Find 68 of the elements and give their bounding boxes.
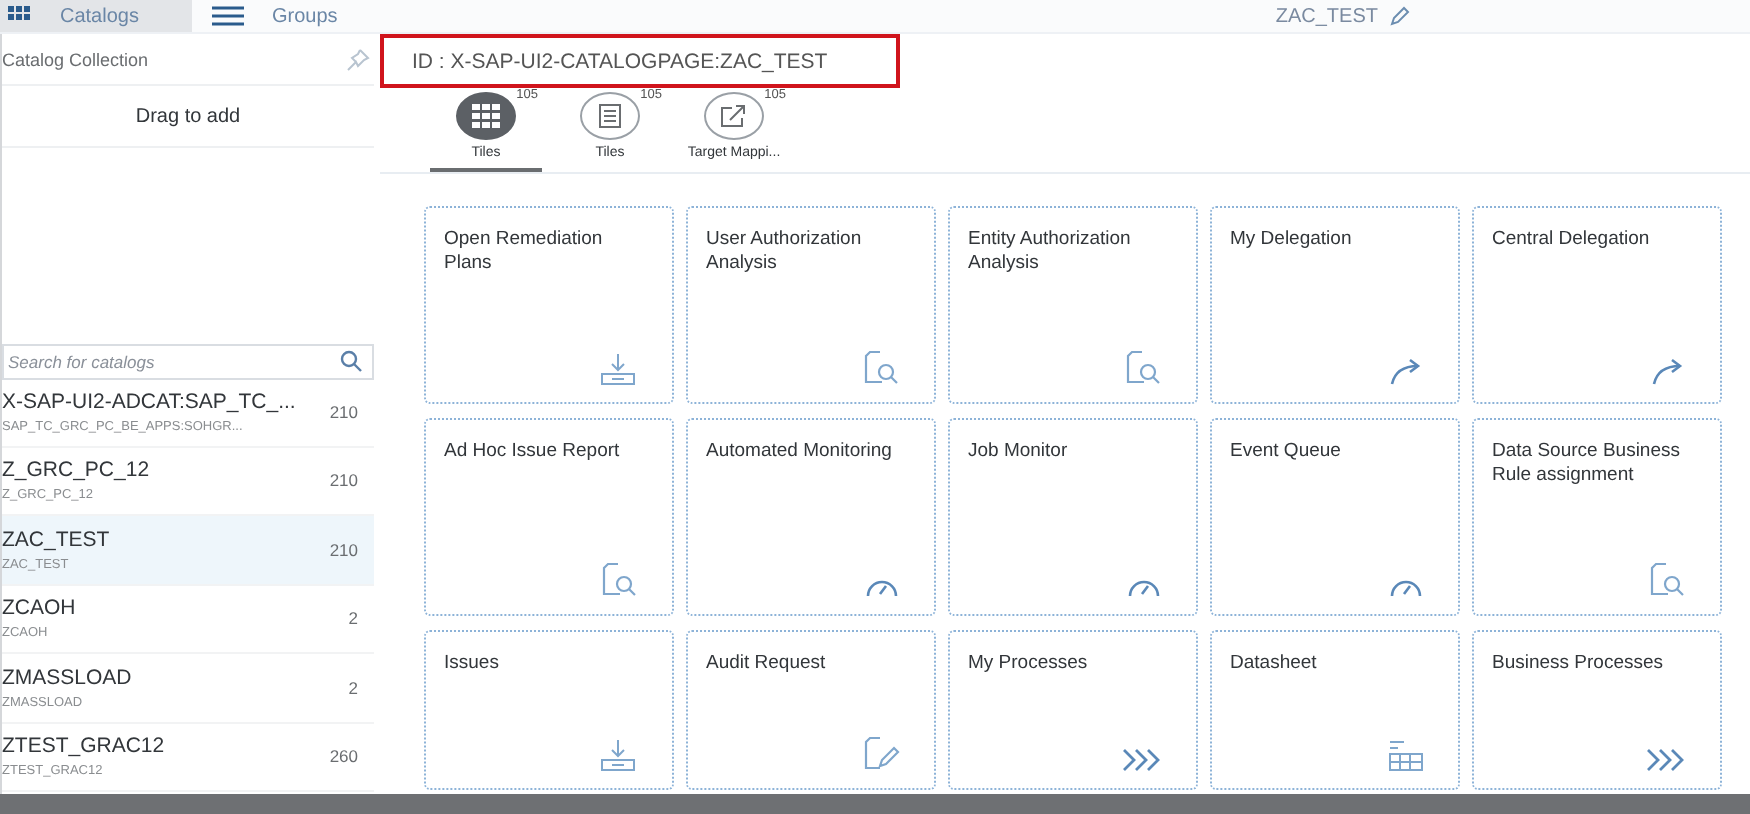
app-tile[interactable]: Central Delegation: [1472, 206, 1722, 404]
app-tile[interactable]: Business Processes: [1472, 630, 1722, 790]
app-tile[interactable]: Datasheet: [1210, 630, 1460, 790]
app-tile[interactable]: Event Queue: [1210, 418, 1460, 616]
catalog-title: ZCAOH: [2, 596, 76, 621]
document-search-icon: [1126, 350, 1162, 386]
tile-title: Automated Monitoring: [706, 440, 894, 464]
page-title: ZAC_TEST: [1275, 5, 1378, 27]
tile-title: My Processes: [968, 652, 1090, 676]
download-tray-icon: [598, 740, 638, 772]
tile-title: My Delegation: [1230, 228, 1354, 252]
app-tile[interactable]: My Processes: [948, 630, 1198, 790]
search-icon: [340, 350, 362, 372]
app-tile[interactable]: Job Monitor: [948, 418, 1198, 616]
chevrons-icon: [1122, 748, 1162, 772]
tile-title: Entity Authorization Analysis: [968, 228, 1133, 276]
catalog-count: 210: [329, 470, 358, 491]
share-icon: [720, 104, 748, 128]
document-search-icon: [864, 350, 900, 386]
app-tile[interactable]: Entity Authorization Analysis: [948, 206, 1198, 404]
catalog-title: X-SAP-UI2-ADCAT:SAP_TC_...: [2, 389, 296, 414]
tile-title: Open Remediation Plans: [444, 228, 605, 276]
download-tray-icon: [598, 354, 638, 386]
app-tile[interactable]: My Delegation: [1210, 206, 1460, 404]
app-tile[interactable]: Ad Hoc Issue Report: [424, 418, 674, 616]
app-tile[interactable]: Data Source Business Rule assignment: [1472, 418, 1722, 616]
tile-title: Business Processes: [1492, 652, 1666, 676]
catalog-count: 210: [329, 401, 358, 422]
grid-icon: [8, 6, 32, 26]
search-field[interactable]: Search for catalogs: [2, 344, 374, 380]
tile-title: Job Monitor: [968, 440, 1070, 464]
tile-title: Event Queue: [1230, 440, 1343, 464]
catalog-title: ZAC_TEST: [2, 527, 110, 552]
catalog-title: ZMASSLOAD: [2, 665, 132, 690]
tile-title: Datasheet: [1230, 652, 1319, 676]
tile-title: Issues: [444, 652, 501, 676]
menu-icon: [212, 6, 244, 26]
tile-title: User Authorization Analysis: [706, 228, 864, 276]
forward-arrow-icon: [1650, 358, 1686, 386]
catalog-title: ZTEST_GRAC12: [2, 734, 165, 759]
pencil-icon[interactable]: [1390, 6, 1410, 26]
catalog-count: 2: [348, 677, 358, 698]
drop-zone[interactable]: Drag to add: [2, 84, 374, 148]
tile-title: Audit Request: [706, 652, 828, 676]
catalog-count: 2: [348, 608, 358, 629]
grid-icon: [472, 104, 500, 128]
catalog-title: Z_GRC_PC_12: [2, 458, 150, 483]
catalog-count: 210: [329, 539, 358, 560]
forward-arrow-icon: [1388, 358, 1424, 386]
document-pencil-icon: [864, 736, 900, 772]
document-search-icon: [1650, 562, 1686, 598]
document-search-icon: [602, 562, 638, 598]
catalog-id: ID : X-SAP-UI2-CATALOGPAGE:ZAC_TEST: [412, 49, 828, 73]
app-tile[interactable]: Automated Monitoring: [686, 418, 936, 616]
chevrons-icon: [1646, 748, 1686, 772]
app-tile[interactable]: Issues: [424, 630, 674, 790]
nav-tab[interactable]: Groups: [204, 0, 370, 32]
catalog-count: 260: [329, 746, 358, 767]
tile-title: Data Source Business Rule assignment: [1492, 440, 1682, 488]
collection-title: Catalog Collection: [2, 50, 149, 70]
app-tile[interactable]: Open Remediation Plans: [424, 206, 674, 404]
app-tile[interactable]: Audit Request: [686, 630, 936, 790]
tile-title: Central Delegation: [1492, 228, 1652, 252]
tile-title: Ad Hoc Issue Report: [444, 440, 622, 464]
pin-icon[interactable]: [346, 48, 370, 72]
table-icon: [1388, 740, 1424, 772]
list-icon: [598, 104, 622, 128]
app-tile[interactable]: User Authorization Analysis: [686, 206, 936, 404]
